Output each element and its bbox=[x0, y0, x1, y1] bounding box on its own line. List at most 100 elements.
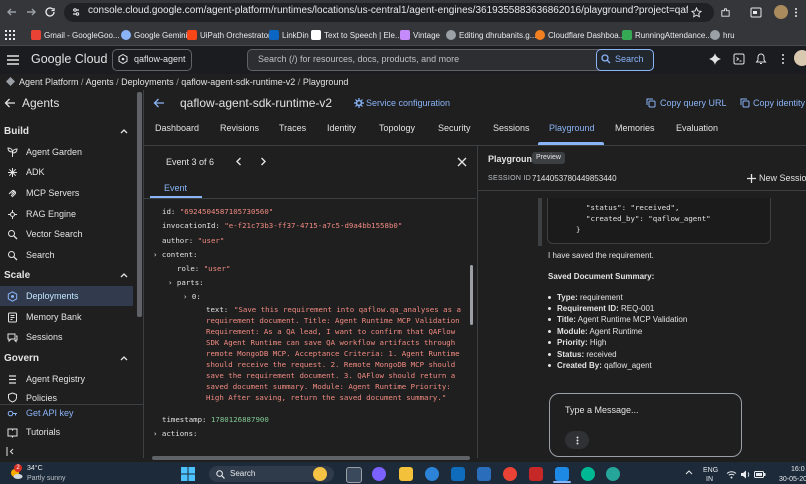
expand-caret[interactable]: › bbox=[168, 278, 172, 287]
event-json-line[interactable]: › 0: bbox=[183, 291, 201, 302]
gemini-sparkle-icon[interactable] bbox=[709, 53, 721, 65]
tab-security[interactable]: Security bbox=[438, 123, 471, 133]
new-session-button[interactable]: New Session bbox=[759, 173, 806, 183]
language-indicator[interactable]: ENG bbox=[703, 467, 718, 474]
back-icon[interactable] bbox=[6, 6, 18, 18]
apps-grid-icon[interactable] bbox=[5, 30, 15, 40]
chrome-icon[interactable] bbox=[503, 467, 517, 481]
clock-time[interactable]: 16:0 bbox=[791, 466, 805, 473]
bookmark-uipath[interactable]: UiPath Orchestrator bbox=[187, 28, 271, 42]
back-arrow-icon[interactable] bbox=[4, 97, 16, 109]
bookmark-cloudflare[interactable]: Cloudflare Dashboa... bbox=[535, 28, 625, 42]
nav-tutorials[interactable]: Tutorials bbox=[0, 422, 133, 442]
tab-traces[interactable]: Traces bbox=[279, 123, 306, 133]
close-icon[interactable] bbox=[457, 157, 467, 167]
profile-avatar[interactable] bbox=[774, 5, 788, 19]
chevron-up-icon[interactable] bbox=[120, 128, 128, 134]
wifi-icon[interactable] bbox=[726, 470, 737, 479]
vscode-icon[interactable] bbox=[477, 467, 491, 481]
hamburger-menu-icon[interactable] bbox=[7, 54, 19, 65]
reload-icon[interactable] bbox=[44, 6, 56, 18]
bookmark-star-icon[interactable] bbox=[691, 7, 702, 18]
tab-memories[interactable]: Memories bbox=[615, 123, 655, 133]
event-horizontal-scrollbar[interactable] bbox=[152, 456, 470, 460]
chevron-up-icon[interactable] bbox=[120, 272, 128, 278]
bookmark-gemini[interactable]: Google Gemini bbox=[121, 28, 187, 42]
store-icon[interactable] bbox=[451, 467, 465, 481]
app-icon[interactable] bbox=[555, 467, 569, 481]
crumb-agents[interactable]: Agents bbox=[86, 77, 114, 87]
more-options-icon[interactable] bbox=[781, 53, 785, 65]
event-json-line[interactable]: › actions: bbox=[153, 428, 198, 439]
nav-item-search[interactable]: Search bbox=[0, 245, 133, 265]
crumb-separator: / bbox=[297, 77, 301, 87]
event-scrollbar[interactable] bbox=[470, 265, 473, 325]
tab-revisions[interactable]: Revisions bbox=[220, 123, 259, 133]
nav-item-memory-bank[interactable]: Memory Bank bbox=[0, 307, 133, 327]
expand-caret[interactable]: › bbox=[153, 429, 157, 438]
battery-icon[interactable] bbox=[754, 470, 766, 479]
event-json-line[interactable]: › parts: bbox=[168, 277, 204, 288]
notifications-bell-icon[interactable] bbox=[755, 53, 767, 65]
windows-start-icon[interactable] bbox=[181, 467, 195, 481]
bookmark-running[interactable]: RunningAttendance... bbox=[622, 28, 712, 42]
chevron-left-icon[interactable] bbox=[234, 157, 243, 166]
task-view-icon[interactable] bbox=[346, 467, 362, 483]
service-config-button[interactable]: Service configuration bbox=[366, 98, 450, 108]
nav-item-rag-engine[interactable]: RAG Engine bbox=[0, 204, 133, 224]
bookmark-linkdin[interactable]: LinkDin bbox=[269, 28, 309, 42]
extensions-icon[interactable] bbox=[720, 7, 731, 18]
app-icon[interactable] bbox=[581, 467, 595, 481]
chevron-up-icon[interactable] bbox=[120, 355, 128, 361]
bookmark-hru[interactable]: hru bbox=[710, 28, 735, 42]
volume-icon[interactable] bbox=[740, 470, 751, 479]
bookmark-text-to-speech[interactable]: Text to Speech | Ele... bbox=[311, 28, 402, 42]
copy-query-url-button[interactable]: Copy query URL bbox=[660, 98, 727, 108]
bookmark-vintage[interactable]: Vintage bbox=[400, 28, 440, 42]
collapse-nav-icon[interactable] bbox=[6, 447, 15, 456]
copilot-icon[interactable] bbox=[372, 467, 386, 481]
site-info-icon[interactable] bbox=[71, 7, 81, 17]
tab-identity[interactable]: Identity bbox=[327, 123, 356, 133]
nav-item-adk[interactable]: ADK bbox=[0, 162, 133, 182]
account-avatar[interactable] bbox=[794, 50, 806, 66]
chevron-right-icon[interactable] bbox=[259, 157, 268, 166]
nav-item-policies[interactable]: Policies bbox=[0, 389, 133, 403]
crumb-runtime[interactable]: qaflow-agent-sdk-runtime-v2 bbox=[181, 77, 295, 87]
attach-more-button[interactable] bbox=[565, 431, 589, 449]
nav-get-api-key[interactable]: Get API key bbox=[0, 403, 133, 423]
tab-search-icon[interactable] bbox=[750, 7, 762, 18]
antivirus-icon[interactable] bbox=[529, 467, 543, 481]
crumb-agent-platform[interactable]: Agent Platform bbox=[19, 77, 79, 87]
tab-dashboard[interactable]: Dashboard bbox=[155, 123, 199, 133]
edge-icon[interactable] bbox=[425, 467, 439, 481]
tab-sessions[interactable]: Sessions bbox=[493, 123, 530, 133]
app-icon[interactable] bbox=[606, 467, 620, 481]
bookmark-gmail[interactable]: Gmail - GoogleGoo... bbox=[31, 28, 120, 42]
nav-item-sessions[interactable]: Sessions bbox=[0, 327, 133, 347]
taskbar-app-icon[interactable] bbox=[313, 467, 327, 481]
nav-item-agent-registry[interactable]: Agent Registry bbox=[0, 369, 133, 389]
menu-dots-icon[interactable] bbox=[793, 7, 799, 18]
bookmark-editing[interactable]: Editing dhrubanits.g... bbox=[446, 28, 536, 42]
expand-caret[interactable]: › bbox=[183, 292, 187, 301]
back-arrow-icon[interactable] bbox=[153, 97, 165, 109]
tab-playground[interactable]: Playground bbox=[549, 123, 595, 133]
chevron-up-icon[interactable] bbox=[685, 469, 693, 475]
nav-item-deployments[interactable]: Deployments bbox=[0, 286, 133, 306]
cloud-shell-icon[interactable] bbox=[733, 53, 745, 65]
file-explorer-icon[interactable] bbox=[399, 467, 413, 481]
nav-item-vector-search[interactable]: Vector Search bbox=[0, 224, 133, 244]
nav-item-agent-garden[interactable]: Agent Garden bbox=[0, 142, 133, 162]
expand-caret[interactable]: › bbox=[153, 250, 157, 259]
copy-identity-button[interactable]: Copy identity bbox=[753, 98, 806, 108]
nav-item-mcp-servers[interactable]: MCP Servers bbox=[0, 183, 133, 203]
google-cloud-logo[interactable]: Google Cloud bbox=[31, 52, 107, 66]
tab-event[interactable]: Event bbox=[164, 183, 187, 193]
tab-evaluation[interactable]: Evaluation bbox=[676, 123, 718, 133]
crumb-deployments[interactable]: Deployments bbox=[121, 77, 174, 87]
event-json-line[interactable]: › content: bbox=[153, 249, 198, 260]
tab-topology[interactable]: Topology bbox=[379, 123, 415, 133]
nav-scrollbar[interactable] bbox=[137, 92, 142, 317]
forward-icon[interactable] bbox=[25, 6, 37, 18]
